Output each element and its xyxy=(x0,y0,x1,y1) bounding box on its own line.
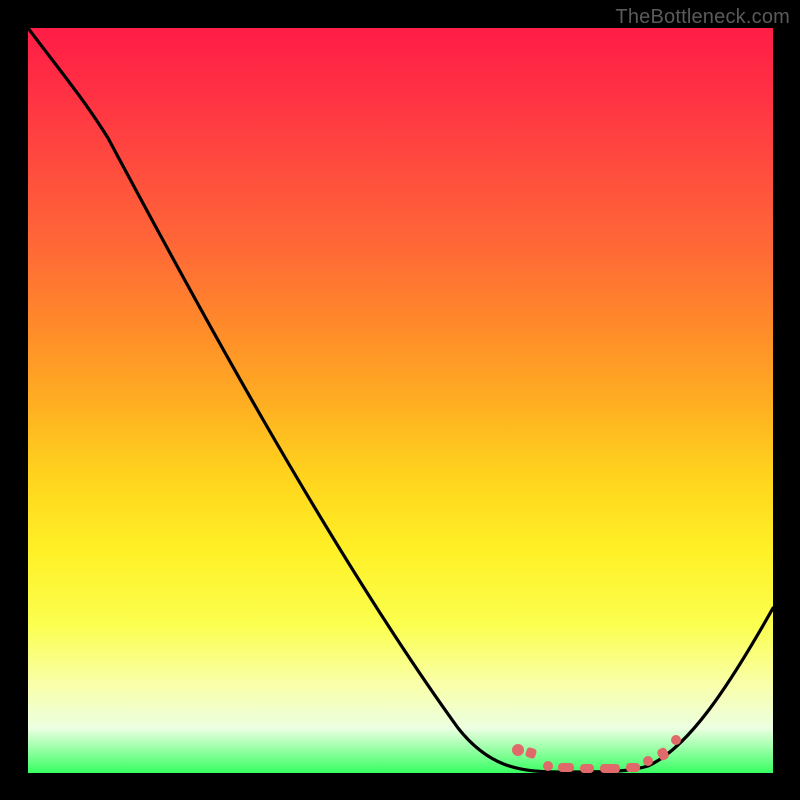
plot-area xyxy=(28,28,773,773)
chart-svg xyxy=(28,28,773,773)
optimum-markers xyxy=(512,735,681,773)
chart-root: TheBottleneck.com xyxy=(0,0,800,800)
watermark-label: TheBottleneck.com xyxy=(615,6,790,29)
bottleneck-curve-line xyxy=(28,28,773,772)
